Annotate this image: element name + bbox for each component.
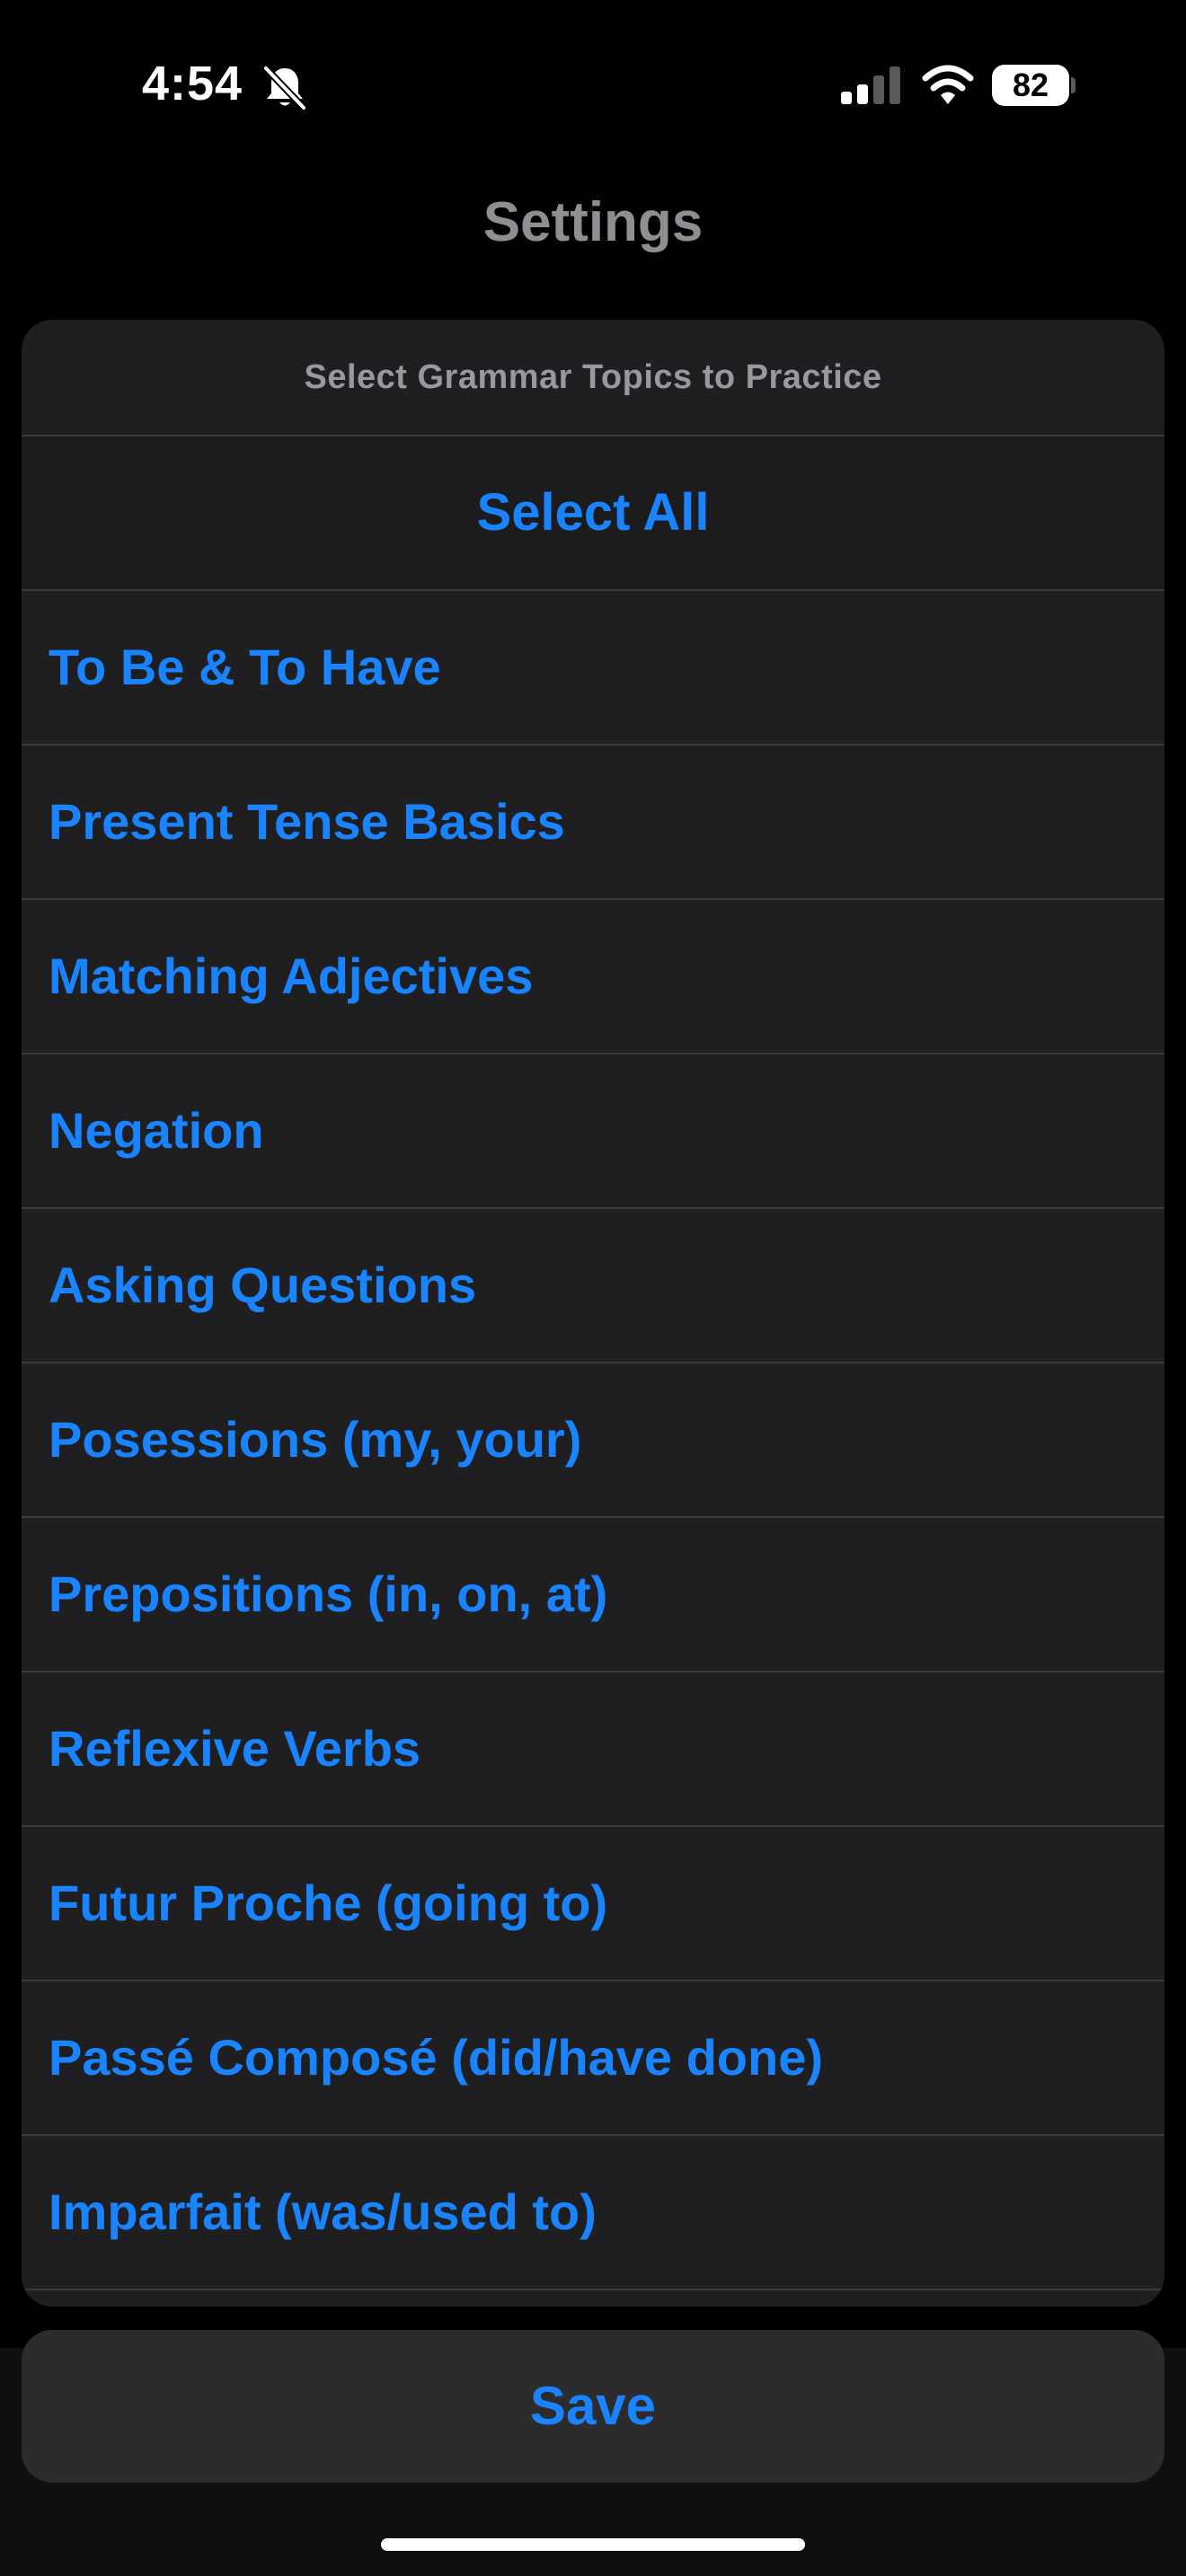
topic-row-matching-adjectives[interactable]: Matching Adjectives: [22, 900, 1164, 1054]
topic-row-negation[interactable]: Negation: [22, 1054, 1164, 1209]
topic-row-asking-questions[interactable]: Asking Questions: [22, 1209, 1164, 1363]
grammar-topics-panel: Select Grammar Topics to Practice Select…: [22, 320, 1164, 2307]
topic-row-reflexive-verbs[interactable]: Reflexive Verbs: [22, 1672, 1164, 1827]
status-time: 4:54: [142, 57, 243, 110]
select-all-button[interactable]: Select All: [22, 437, 1164, 591]
topic-row-passe-compose[interactable]: Passé Composé (did/have done): [22, 1981, 1164, 2136]
status-bar: 4:54 82: [0, 0, 1186, 171]
wifi-icon: [922, 65, 974, 104]
topic-row-imparfait[interactable]: Imparfait (was/used to): [22, 2136, 1164, 2290]
topic-row-posessions[interactable]: Posessions (my, your): [22, 1363, 1164, 1518]
section-title: Select Grammar Topics to Practice: [22, 320, 1164, 437]
cellular-signal-icon: [841, 66, 900, 104]
battery-icon: 82: [992, 65, 1075, 106]
battery-cap: [1071, 77, 1075, 93]
page-title: Settings: [482, 191, 704, 253]
topic-row-to-be-to-have[interactable]: To Be & To Have: [22, 591, 1164, 745]
home-indicator[interactable]: [381, 2538, 805, 2551]
save-button[interactable]: Save: [22, 2330, 1164, 2483]
topic-row-futur-proche[interactable]: Futur Proche (going to): [22, 1827, 1164, 1981]
battery-level: 82: [992, 65, 1069, 106]
topic-row-prepositions[interactable]: Prepositions (in, on, at): [22, 1518, 1164, 1672]
bell-slash-icon: [263, 66, 306, 110]
topic-row-present-tense-basics[interactable]: Present Tense Basics: [22, 745, 1164, 900]
